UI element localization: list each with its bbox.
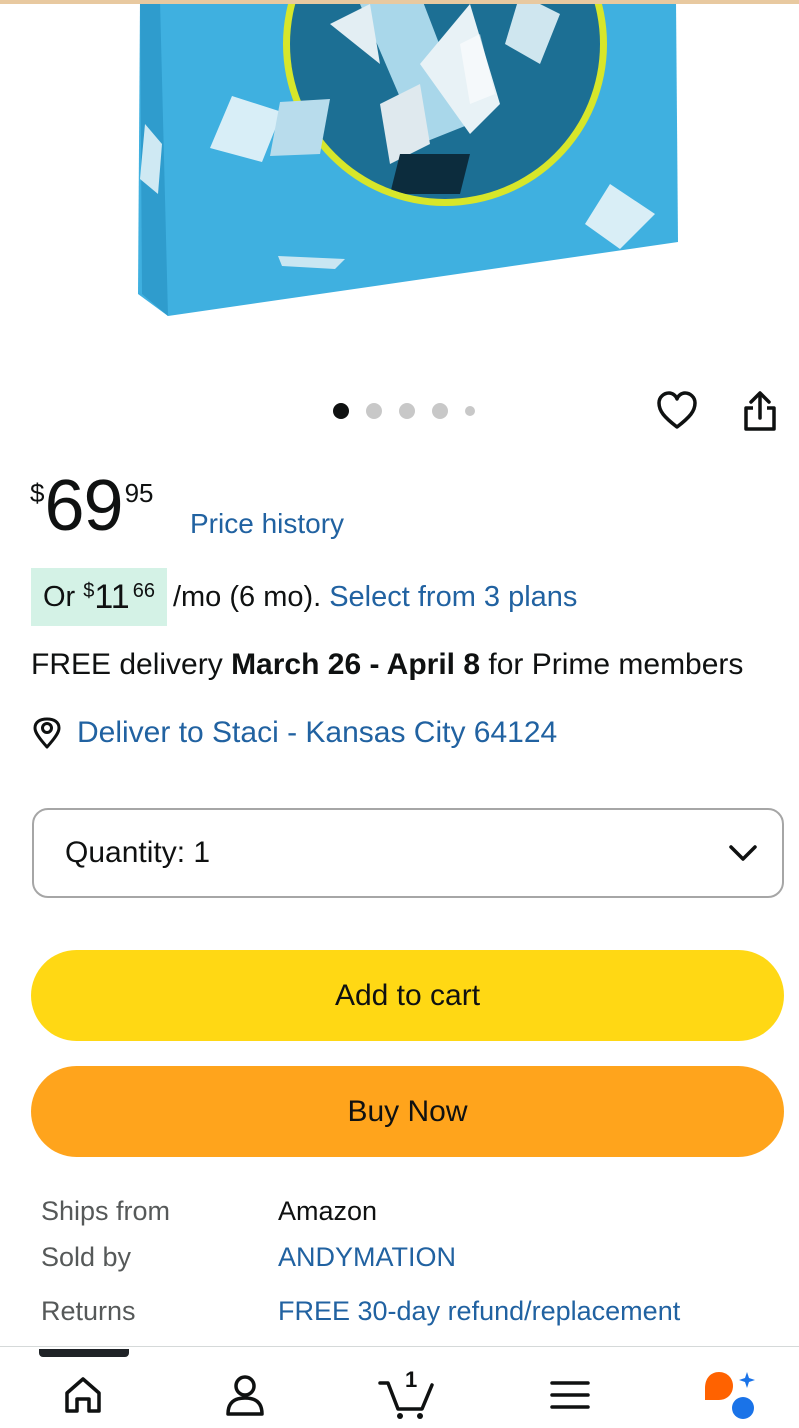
select-plans-link[interactable]: Select from 3 plans	[329, 581, 577, 614]
nav-assistant[interactable]	[700, 1367, 760, 1423]
deliver-to-link[interactable]: Deliver to Staci - Kansas City 64124	[31, 716, 557, 750]
share-icon	[744, 391, 776, 431]
carousel-dot[interactable]	[399, 403, 415, 419]
installment-offer: Or $11 66 /mo (6 mo). Select from 3 plans	[31, 568, 577, 626]
home-icon	[65, 1377, 101, 1413]
price-whole: 69	[44, 466, 123, 546]
deliver-to-text: Deliver to Staci - Kansas City 64124	[77, 716, 558, 749]
quantity-select[interactable]: Quantity: 1	[32, 808, 784, 898]
quantity-value: 1	[193, 836, 211, 869]
account-icon	[226, 1375, 264, 1416]
price-history-link[interactable]: Price history	[190, 508, 344, 540]
menu-icon	[550, 1381, 590, 1409]
bottom-nav: 1	[0, 1346, 799, 1428]
carousel-dot[interactable]	[465, 406, 475, 416]
installment-currency: $	[83, 580, 95, 602]
installment-prefix: Or	[43, 580, 76, 613]
nav-menu[interactable]	[540, 1367, 600, 1423]
quantity-label: Quantity:	[65, 836, 186, 869]
buy-now-button[interactable]: Buy Now	[31, 1066, 784, 1157]
location-pin-icon	[31, 716, 63, 750]
assistant-icon	[705, 1372, 755, 1419]
delivery-dates: March 26 - April 8	[231, 648, 481, 681]
add-to-cart-button[interactable]: Add to cart	[31, 950, 784, 1041]
wishlist-button[interactable]	[654, 388, 700, 434]
detail-key: Sold by	[41, 1242, 132, 1272]
detail-row: Ships from Amazon	[41, 1196, 377, 1227]
carousel-dot[interactable]	[333, 403, 349, 419]
quantity-text: Quantity: 1	[65, 836, 210, 870]
nav-active-indicator	[39, 1349, 129, 1357]
nav-cart[interactable]: 1	[378, 1367, 438, 1423]
delivery-info: FREE delivery March 26 - April 8 for Pri…	[31, 648, 743, 682]
carousel-dot[interactable]	[432, 403, 448, 419]
delivery-suffix: for Prime members	[488, 648, 744, 681]
detail-key: Returns	[41, 1296, 136, 1326]
detail-value: Amazon	[278, 1196, 378, 1226]
nav-home[interactable]	[53, 1367, 113, 1423]
delivery-prefix: FREE delivery	[31, 648, 223, 681]
price-fraction: 95	[124, 478, 154, 508]
installment-whole: 11	[94, 577, 130, 616]
installment-term: /mo (6 mo).	[172, 580, 322, 613]
price-currency: $	[30, 478, 45, 508]
product-image[interactable]	[0, 4, 799, 354]
installment-badge: Or $11 66	[31, 568, 167, 626]
carousel-dot[interactable]	[366, 403, 382, 419]
share-button[interactable]	[738, 388, 782, 434]
seller-link[interactable]: ANDYMATION	[278, 1242, 456, 1273]
detail-row: Sold by ANDYMATION	[41, 1242, 456, 1273]
carousel-dots	[333, 402, 475, 420]
returns-link[interactable]: FREE 30-day refund/replacement	[278, 1296, 680, 1327]
detail-key: Ships from	[41, 1196, 171, 1226]
heart-icon	[657, 391, 697, 429]
price: $ 69 95	[30, 466, 153, 546]
cart-count: 1	[405, 1367, 418, 1392]
nav-account[interactable]	[215, 1367, 275, 1423]
chevron-down-icon	[729, 845, 757, 861]
detail-row: Returns FREE 30-day refund/replacement	[41, 1296, 680, 1327]
installment-fraction: 66	[132, 580, 155, 602]
